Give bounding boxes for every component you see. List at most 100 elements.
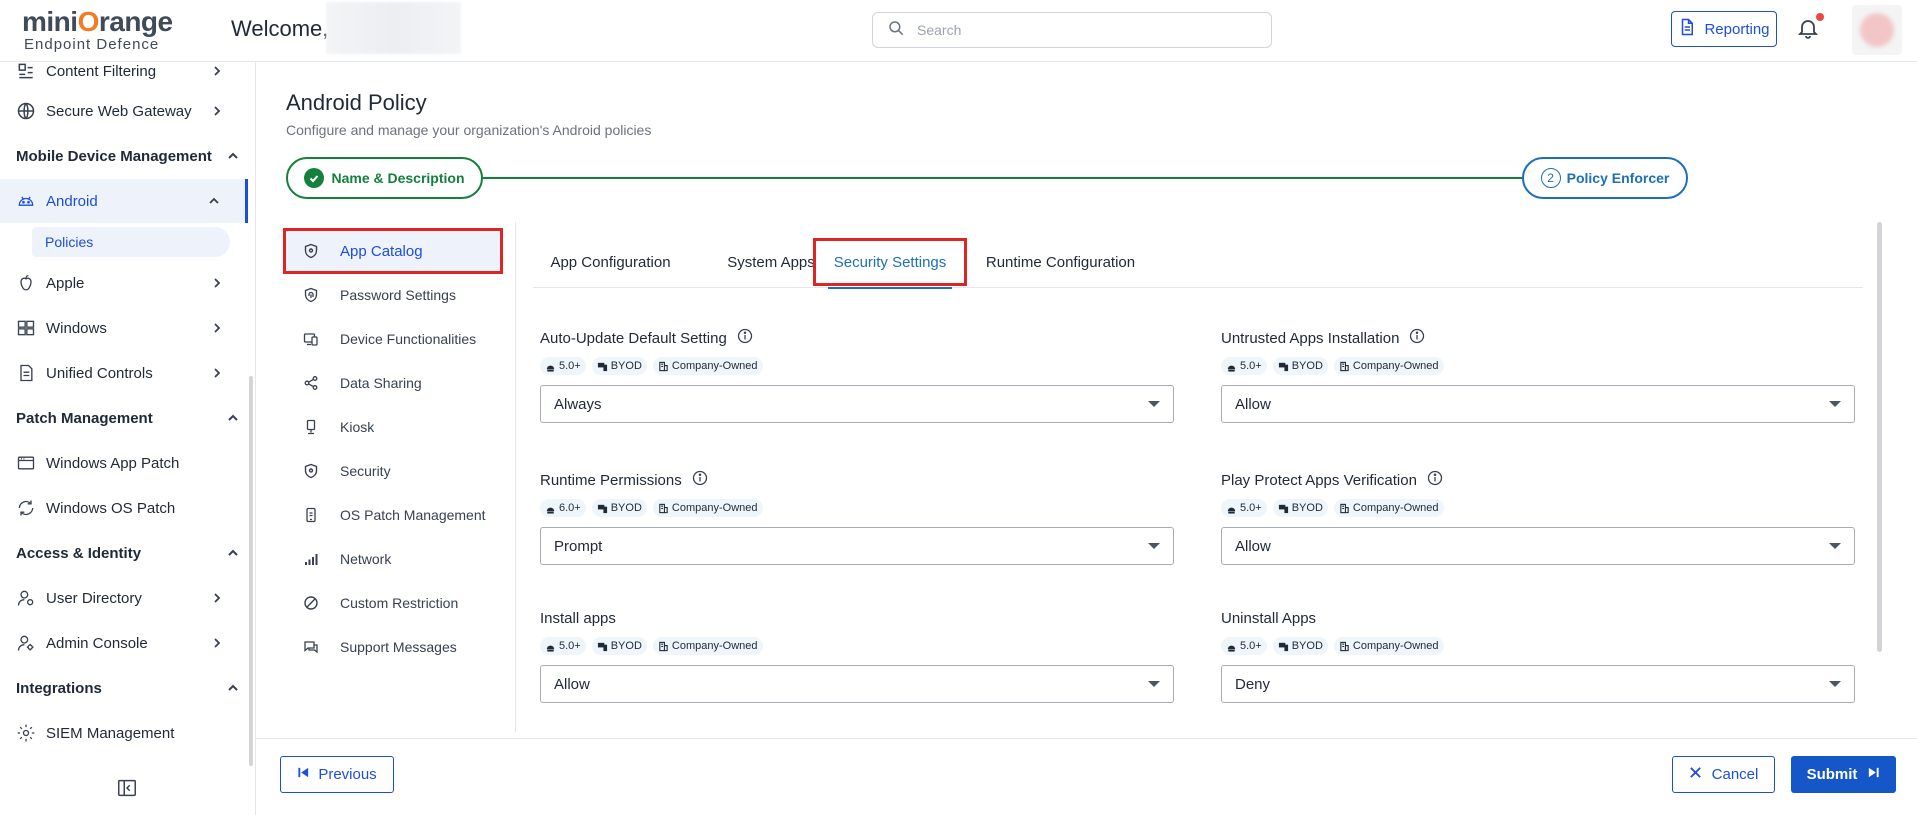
byod-badge: BYOD (591, 637, 647, 655)
chevron-up-icon (207, 194, 221, 208)
android-icon (16, 191, 36, 211)
sidebar-item-admin-console[interactable]: Admin Console (0, 621, 248, 665)
admin-icon (16, 633, 36, 653)
shield-icon (302, 462, 320, 480)
category-network[interactable]: Network (284, 537, 502, 581)
report-document-icon (1678, 18, 1696, 40)
info-icon[interactable] (692, 470, 708, 490)
category-device-functionalities[interactable]: Device Functionalities (284, 317, 502, 361)
dropdown-caret-icon (1829, 681, 1841, 687)
message-icon (302, 638, 320, 656)
sidebar-section-access-identity[interactable]: Access & Identity (16, 531, 248, 575)
untrusted-apps-select[interactable]: Allow (1221, 385, 1855, 423)
setting-auto-update: Auto-Update Default Setting 5.0+ BYOD Co… (540, 327, 1174, 423)
sidebar-item-label: Windows App Patch (46, 454, 180, 472)
category-label: Kiosk (340, 419, 375, 435)
brand-logo[interactable]: miniOrange Endpoint Defence (22, 8, 173, 54)
sidebar-item-secure-web-gateway[interactable]: Secure Web Gateway (0, 89, 248, 133)
sidebar-item-user-directory[interactable]: User Directory (0, 576, 248, 620)
sidebar: Content Filtering Secure Web Gateway Mob… (0, 62, 256, 815)
tab-runtime-configuration[interactable]: Runtime Configuration (973, 238, 1148, 286)
search-input[interactable] (917, 22, 1247, 38)
android-version-badge: 5.0+ (540, 357, 586, 375)
setting-title: Install apps (540, 609, 616, 627)
play-protect-select[interactable]: Allow (1221, 527, 1855, 565)
sidebar-item-windows-app-patch[interactable]: Windows App Patch (0, 441, 248, 485)
category-app-catalog[interactable]: App Catalog (283, 228, 503, 274)
sidebar-item-label: User Directory (46, 589, 142, 607)
devices-icon (302, 330, 320, 348)
sidebar-section-integrations[interactable]: Integrations (16, 666, 248, 710)
page-subtitle: Configure and manage your organization's… (286, 122, 652, 138)
chevron-right-icon (210, 276, 224, 290)
windows-icon (16, 318, 36, 338)
content-scrollbar[interactable] (1877, 222, 1882, 652)
runtime-permissions-select[interactable]: Prompt (540, 527, 1174, 565)
category-security[interactable]: Security (284, 449, 502, 493)
info-icon[interactable] (737, 328, 753, 348)
share-icon (302, 374, 320, 392)
cancel-label: Cancel (1711, 766, 1759, 783)
step-number: 2 (1540, 168, 1561, 188)
company-owned-badge: Company-Owned (1333, 357, 1444, 375)
sidebar-item-label: Admin Console (46, 634, 148, 652)
collapse-sidebar-icon[interactable] (116, 777, 138, 799)
chevron-right-icon (210, 321, 224, 335)
settings-tabs: App Configuration System Apps Security S… (533, 238, 1863, 289)
sidebar-item-label: SIEM Management (46, 724, 175, 742)
android-version-badge: 5.0+ (540, 637, 586, 655)
section-label: Integrations (16, 679, 102, 697)
step-name-description[interactable]: Name & Description (286, 157, 483, 199)
submit-label: Submit (1806, 766, 1858, 783)
sidebar-item-label: Secure Web Gateway (46, 102, 192, 120)
sidebar-item-label: Windows OS Patch (46, 499, 176, 517)
search-icon (887, 19, 905, 42)
sidebar-section-mdm[interactable]: Mobile Device Management (16, 134, 248, 178)
byod-badge: BYOD (591, 499, 647, 517)
sidebar-section-patch-management[interactable]: Patch Management (16, 396, 248, 440)
footer-divider (256, 738, 1917, 739)
step-policy-enforcer[interactable]: 2 Policy Enforcer (1522, 157, 1688, 199)
category-kiosk[interactable]: Kiosk (284, 405, 502, 449)
category-password-settings[interactable]: Password Settings (284, 273, 502, 317)
android-version-badge: 5.0+ (1221, 357, 1267, 375)
info-icon[interactable] (1409, 328, 1425, 348)
sidebar-item-apple[interactable]: Apple (0, 261, 248, 305)
tab-app-configuration[interactable]: App Configuration (533, 238, 688, 286)
sidebar-item-windows-os-patch[interactable]: Windows OS Patch (0, 486, 248, 530)
sidebar-subitem-policies[interactable]: Policies (32, 227, 230, 257)
avatar[interactable] (1852, 5, 1902, 55)
previous-label: Previous (318, 766, 377, 783)
sidebar-item-siem-management[interactable]: SIEM Management (0, 711, 248, 755)
category-os-patch-management[interactable]: OS Patch Management (284, 493, 502, 537)
tab-security-settings[interactable]: Security Settings (813, 238, 967, 289)
sidebar-item-windows[interactable]: Windows (0, 306, 248, 350)
info-icon[interactable] (1427, 470, 1443, 490)
category-data-sharing[interactable]: Data Sharing (284, 361, 502, 405)
reporting-button[interactable]: Reporting (1671, 11, 1777, 47)
category-custom-restriction[interactable]: Custom Restriction (284, 581, 502, 625)
byod-badge: BYOD (1272, 357, 1328, 375)
category-support-messages[interactable]: Support Messages (284, 625, 502, 669)
setting-title: Auto-Update Default Setting (540, 329, 727, 347)
sidebar-scrollbar[interactable] (249, 376, 253, 766)
signal-icon (302, 550, 320, 568)
skip-next-icon (1867, 766, 1880, 783)
chevron-up-icon (226, 411, 240, 425)
welcome-text: Welcome, (231, 16, 329, 41)
company-owned-badge: Company-Owned (1333, 499, 1444, 517)
policy-category-menu: App Catalog Password Settings Device Fun… (283, 222, 516, 732)
category-label: Data Sharing (340, 375, 422, 391)
uninstall-apps-select[interactable]: Deny (1221, 665, 1855, 703)
user-icon (16, 588, 36, 608)
sidebar-item-android[interactable]: Android (0, 179, 248, 223)
submit-button[interactable]: Submit (1791, 756, 1896, 793)
auto-update-select[interactable]: Always (540, 385, 1174, 423)
search-box[interactable] (872, 12, 1272, 48)
install-apps-select[interactable]: Allow (540, 665, 1174, 703)
username-redacted (326, 2, 461, 54)
previous-button[interactable]: Previous (280, 756, 394, 793)
dropdown-caret-icon (1829, 543, 1841, 549)
sidebar-item-unified-controls[interactable]: Unified Controls (0, 351, 248, 395)
cancel-button[interactable]: Cancel (1672, 756, 1775, 793)
